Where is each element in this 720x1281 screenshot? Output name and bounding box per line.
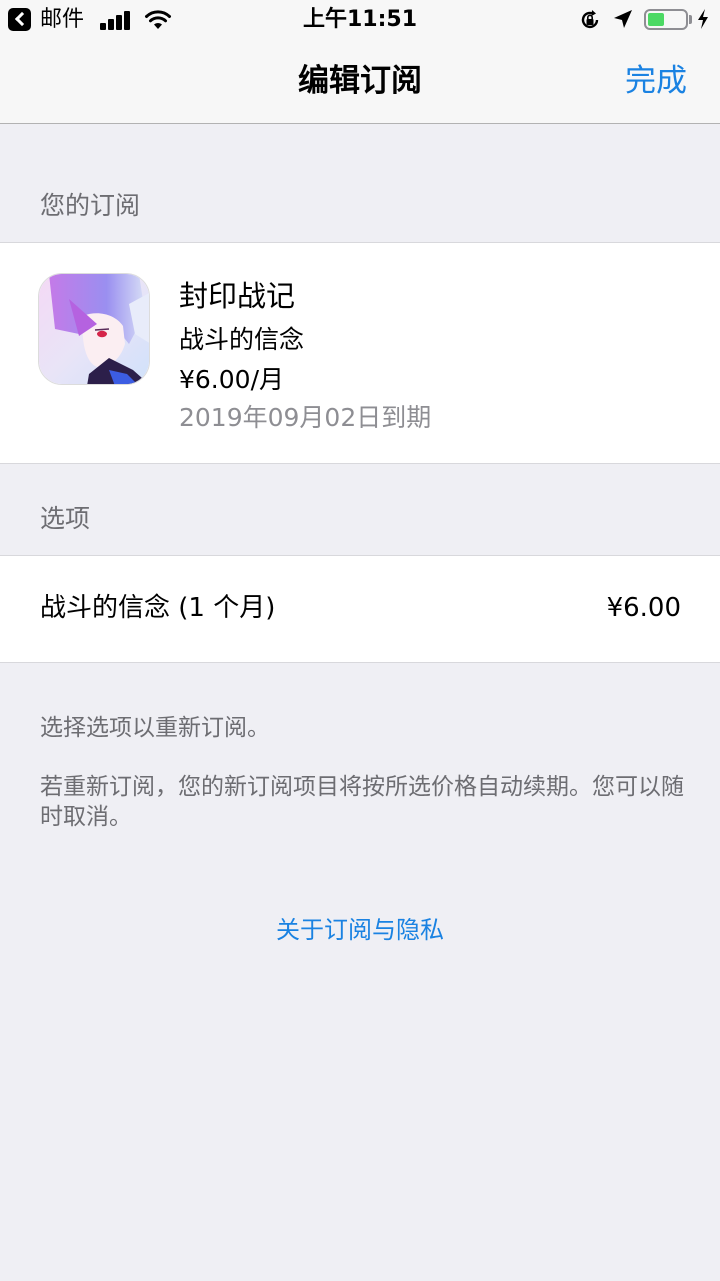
your-subscription-header: 您的订阅 [40,191,141,220]
location-icon [614,10,632,28]
option-label: 战斗的信念 (1 个月) [40,593,276,623]
subscription-card: 封印战记 战斗的信念 ¥6.00/月 2019年09月02日到期 [0,242,720,464]
battery-icon [644,9,688,30]
app-name: 封印战记 [179,279,296,313]
anime-character-artwork [39,274,149,384]
battery-level-fill [648,13,664,26]
orientation-lock-icon [581,10,599,29]
options-header: 选项 [40,504,91,533]
option-row[interactable]: 战斗的信念 (1 个月) ¥6.00 [0,555,720,663]
status-bar: 邮件 上午11:51 [0,0,720,40]
option-price: ¥6.00 [606,593,681,623]
edit-subscription-screen: 邮件 上午11:51 编辑订阅 完成 您的订阅 封印战记 战斗的信念 ¥6.00… [0,0,720,1281]
app-icon [38,273,150,385]
navigation-bar: 编辑订阅 完成 [0,40,720,124]
page-title: 编辑订阅 [298,63,422,99]
resubscribe-hint: 选择选项以重新订阅。 [40,715,270,741]
done-button[interactable]: 完成 [625,60,687,102]
battery-tip [689,15,692,24]
subscription-expiry: 2019年09月02日到期 [179,403,432,432]
subscription-privacy-link[interactable]: 关于订阅与隐私 [0,914,720,946]
charging-bolt-icon [698,9,708,29]
subscription-price: ¥6.00/月 [179,365,284,394]
subscription-name: 战斗的信念 [179,325,305,354]
auto-renew-note: 若重新订阅，您的新订阅项目将按所选价格自动续期。您可以随时取消。 [40,774,684,830]
